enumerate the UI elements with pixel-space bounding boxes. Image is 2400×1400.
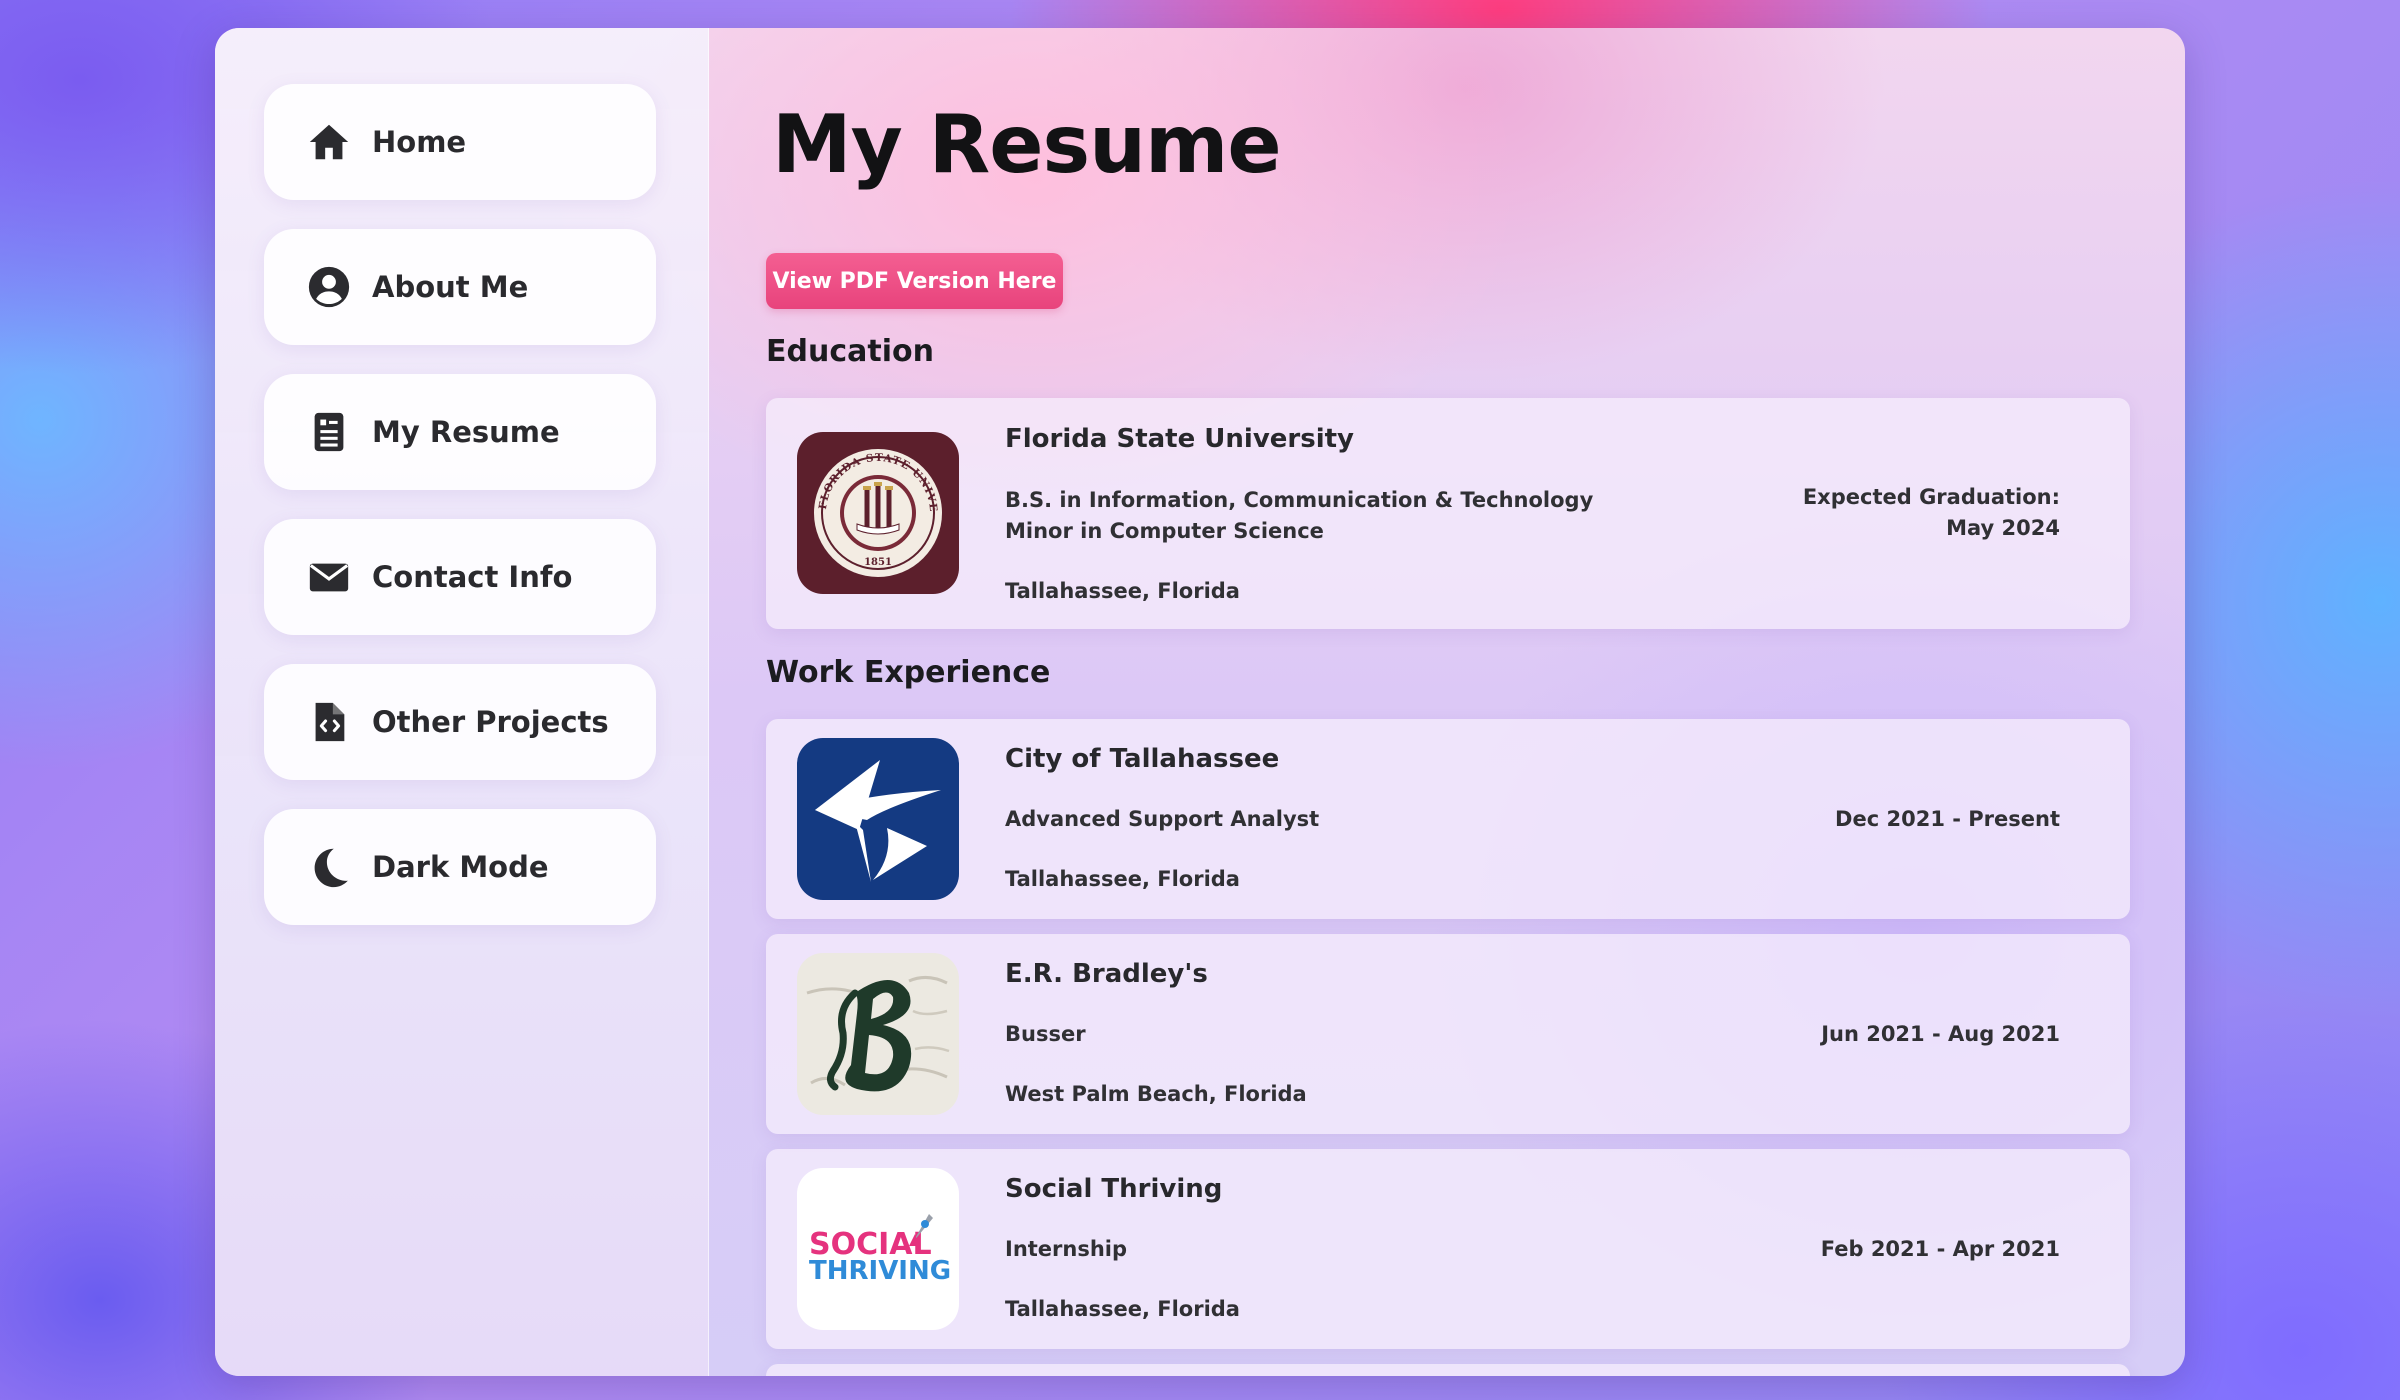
employment-dates: Jun 2021 - Aug 2021 [1821, 1022, 2060, 1046]
work-card: E.R. Bradley's Busser West Palm Beach, F… [766, 934, 2130, 1134]
school-name: Florida State University [1005, 424, 1354, 454]
social-thriving-logo: SOCIAL THRIVING [797, 1168, 959, 1330]
document-icon [306, 409, 352, 455]
view-pdf-button[interactable]: View PDF Version Here [766, 253, 1063, 309]
code-file-icon [306, 699, 352, 745]
sidebar-item-dark-mode[interactable]: Dark Mode [264, 809, 656, 925]
location-text: Tallahassee, Florida [1005, 867, 1240, 891]
role-text: Advanced Support Analyst [1005, 807, 1320, 831]
sidebar-item-home[interactable]: Home [264, 84, 656, 200]
company-name: City of Tallahassee [1005, 744, 1280, 774]
sidebar-item-about-me[interactable]: About Me [264, 229, 656, 345]
user-circle-icon [306, 264, 352, 310]
sidebar-item-label: My Resume [372, 415, 560, 449]
logo-text-thriving: THRIVING [809, 1256, 951, 1286]
work-card: City of Tallahassee Advanced Support Ana… [766, 719, 2130, 919]
role-text: Busser [1005, 1022, 1086, 1046]
sidebar-item-label: Dark Mode [372, 850, 549, 884]
main-content: My Resume View PDF Version Here Educatio… [708, 28, 2185, 1376]
sidebar-item-label: Other Projects [372, 705, 609, 739]
seal-year: 1851 [864, 557, 892, 568]
er-bradleys-logo [797, 953, 959, 1115]
sidebar-item-label: About Me [372, 270, 529, 304]
sidebar: Home About Me My Resume Contact Info Oth… [215, 28, 709, 1376]
location-text: Tallahassee, Florida [1005, 1297, 1240, 1321]
education-card: FLORIDA STATE UNIVERSITY 1851 Florida St… [766, 398, 2130, 629]
employment-dates: Feb 2021 - Apr 2021 [1820, 1237, 2060, 1261]
work-card-partial [766, 1364, 2130, 1376]
work-card: SOCIAL THRIVING Social Thriving Internsh… [766, 1149, 2130, 1349]
minor-text: Minor in Computer Science [1005, 519, 1324, 543]
degree-text: B.S. in Information, Communication & Tec… [1005, 488, 1594, 512]
company-name: E.R. Bradley's [1005, 959, 1208, 989]
sidebar-item-contact-info[interactable]: Contact Info [264, 519, 656, 635]
location-text: Tallahassee, Florida [1005, 579, 1240, 603]
sidebar-item-other-projects[interactable]: Other Projects [264, 664, 656, 780]
location-text: West Palm Beach, Florida [1005, 1082, 1307, 1106]
sidebar-item-label: Home [372, 125, 467, 159]
sidebar-item-label: Contact Info [372, 560, 573, 594]
graduation-date: Expected Graduation: May 2024 [1803, 482, 2060, 544]
education-heading: Education [766, 334, 934, 369]
fsu-seal-logo: FLORIDA STATE UNIVERSITY 1851 [797, 432, 959, 594]
employment-dates: Dec 2021 - Present [1835, 807, 2060, 831]
work-experience-heading: Work Experience [766, 655, 1051, 690]
moon-icon [306, 844, 352, 890]
graduation-label: Expected Graduation: [1802, 485, 2060, 509]
page-title: My Resume [772, 98, 1282, 191]
sidebar-item-my-resume[interactable]: My Resume [264, 374, 656, 490]
city-of-tallahassee-logo [797, 738, 959, 900]
envelope-icon [306, 554, 352, 600]
graduation-value: May 2024 [1946, 516, 2060, 540]
company-name: Social Thriving [1005, 1174, 1223, 1204]
app-window: Home About Me My Resume Contact Info Oth… [215, 28, 2185, 1376]
role-text: Internship [1005, 1237, 1128, 1261]
home-icon [306, 119, 352, 165]
